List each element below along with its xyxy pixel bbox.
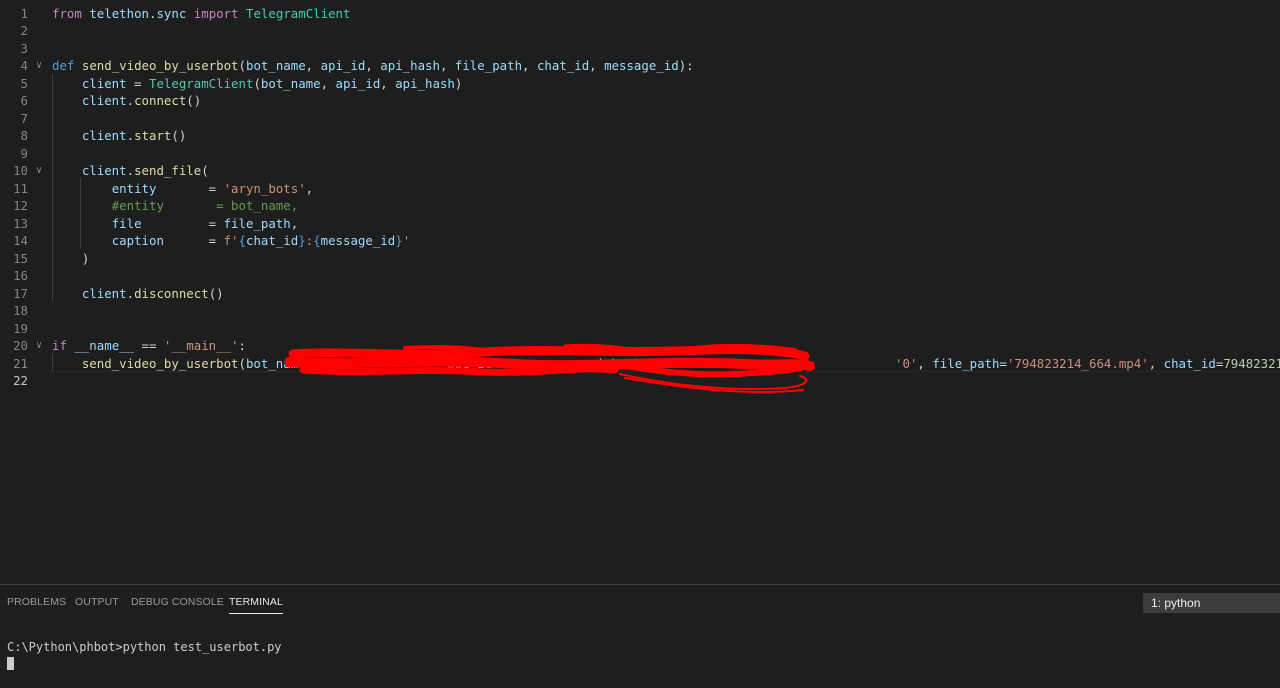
code-line[interactable]: 14 caption = f'{chat_id}:{message_id}' xyxy=(0,232,1280,250)
code-line[interactable]: 17 client.disconnect() xyxy=(0,285,1280,303)
code-text: from telethon.sync import TelegramClient xyxy=(52,5,351,21)
code-line[interactable]: 2 xyxy=(0,22,1280,40)
line-number: 16 xyxy=(13,268,28,283)
code-line[interactable]: 11 entity = 'aryn_bots', xyxy=(0,180,1280,198)
code-text: if __name__ == '__main__': xyxy=(52,338,246,353)
terminal-output-line: C:\Python\phbot>python test_userbot.py xyxy=(7,640,282,654)
fold-chevron-icon[interactable]: ∨ xyxy=(36,337,42,355)
code-line[interactable]: 3 xyxy=(0,40,1280,58)
active-tab-underline xyxy=(229,613,283,614)
terminal-selector-label: 1: python xyxy=(1151,596,1201,610)
tab-output-label: OUTPUT xyxy=(75,596,119,608)
code-line[interactable]: 9 xyxy=(0,145,1280,163)
code-line[interactable]: 10 ∨ client.send_file( xyxy=(0,162,1280,180)
red-scribble-redaction xyxy=(285,343,815,394)
tab-terminal[interactable]: TERMINAL xyxy=(229,596,283,614)
tab-debug-console[interactable]: DEBUG CONSOLE xyxy=(131,596,224,608)
bottom-panel: PROBLEMS OUTPUT DEBUG CONSOLE TERMINAL 1… xyxy=(0,584,1280,688)
code-text: caption = f'{chat_id}:{message_id}' xyxy=(111,233,411,248)
code-line[interactable]: 8 client.start() xyxy=(0,127,1280,145)
line-number: 20 xyxy=(13,338,28,353)
line-number: 15 xyxy=(13,250,28,266)
code-text: client.start() xyxy=(81,128,187,143)
code-line[interactable]: 15 ) xyxy=(0,250,1280,268)
code-text: client.send_file( xyxy=(81,163,209,178)
code-line[interactable]: 19 xyxy=(0,320,1280,338)
line-number: 4 xyxy=(20,58,28,73)
line-number: 5 xyxy=(20,75,28,91)
code-text: def send_video_by_userbot(bot_name, api_… xyxy=(52,58,694,73)
fold-chevron-icon[interactable]: ∨ xyxy=(36,57,42,75)
vscode-window: 1 from telethon.sync import TelegramClien… xyxy=(0,0,1280,688)
code-line[interactable]: 5 client = TelegramClient(bot_name, api_… xyxy=(0,75,1280,93)
code-line[interactable]: 12 #entity = bot_name, xyxy=(0,197,1280,215)
code-line[interactable]: 13 file = file_path, xyxy=(0,215,1280,233)
code-editor[interactable]: 1 from telethon.sync import TelegramClien… xyxy=(0,0,1280,584)
code-text: client.disconnect() xyxy=(81,285,224,301)
terminal-cursor xyxy=(7,657,14,670)
code-text: #entity = bot_name, xyxy=(111,198,299,213)
code-line[interactable]: 1 from telethon.sync import TelegramClien… xyxy=(0,5,1280,23)
line-number: 10 xyxy=(13,163,28,178)
line-number: 21 xyxy=(13,355,28,371)
line-number: 18 xyxy=(13,303,28,318)
code-text: ) xyxy=(52,250,90,266)
line-number: 1 xyxy=(20,5,28,21)
line-number: 13 xyxy=(13,215,28,231)
tab-terminal-label: TERMINAL xyxy=(229,596,283,608)
code-line[interactable]: 18 xyxy=(0,302,1280,320)
line-number: 22 xyxy=(13,373,28,388)
code-text: client = TelegramClient(bot_name, api_id… xyxy=(81,75,463,91)
line-number: 3 xyxy=(20,40,28,56)
fold-chevron-icon[interactable]: ∨ xyxy=(36,162,42,180)
tab-problems[interactable]: PROBLEMS xyxy=(7,596,66,608)
line-number: 19 xyxy=(13,320,28,336)
tab-debug-console-label: DEBUG CONSOLE xyxy=(131,596,224,608)
tab-problems-label: PROBLEMS xyxy=(7,596,67,608)
line-number: 11 xyxy=(13,180,28,196)
code-line[interactable]: 4 ∨ def send_video_by_userbot(bot_name, ap… xyxy=(0,57,1280,75)
line-number: 14 xyxy=(13,233,28,248)
code-text: file = file_path, xyxy=(111,215,299,231)
line-number: 7 xyxy=(20,110,28,126)
line-number: 12 xyxy=(13,198,28,213)
line-number: 17 xyxy=(13,285,28,301)
code-line[interactable]: 16 xyxy=(0,267,1280,285)
line-number: 8 xyxy=(20,128,28,143)
line-number: 2 xyxy=(20,23,28,38)
code-line[interactable]: 7 xyxy=(0,110,1280,128)
code-line[interactable]: 6 client.connect() xyxy=(0,92,1280,110)
code-text: entity = 'aryn_bots', xyxy=(111,180,314,196)
tab-output[interactable]: OUTPUT xyxy=(75,596,119,608)
panel-tabs: PROBLEMS OUTPUT DEBUG CONSOLE TERMINAL xyxy=(0,585,1100,619)
code-text: client.connect() xyxy=(81,93,202,108)
terminal-selector-dropdown[interactable]: 1: python xyxy=(1143,593,1280,613)
line-number: 9 xyxy=(20,145,28,161)
line-number: 6 xyxy=(20,93,28,108)
